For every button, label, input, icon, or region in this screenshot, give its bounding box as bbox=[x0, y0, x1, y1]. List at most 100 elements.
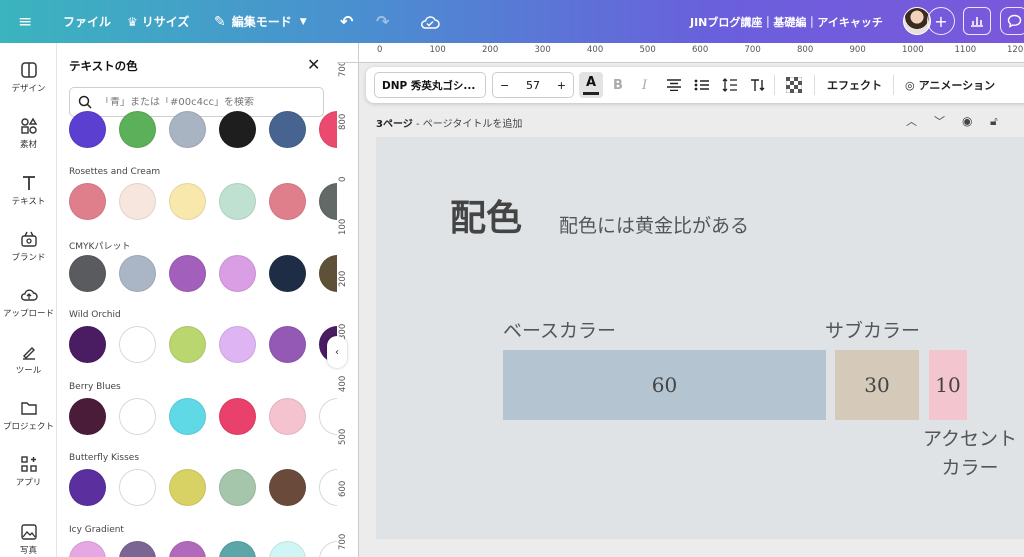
color-swatch[interactable] bbox=[319, 111, 337, 148]
color-search-input[interactable] bbox=[100, 96, 320, 108]
color-swatch[interactable] bbox=[219, 397, 256, 435]
color-swatch[interactable] bbox=[319, 254, 337, 292]
font-family-select[interactable]: DNP 秀英丸ゴシ... bbox=[374, 72, 486, 98]
color-swatch[interactable] bbox=[169, 326, 206, 363]
color-swatch[interactable] bbox=[69, 111, 106, 148]
spacing-icon[interactable] bbox=[722, 67, 738, 103]
color-swatch[interactable] bbox=[319, 540, 337, 557]
color-swatch[interactable] bbox=[269, 469, 306, 506]
rail-item-design[interactable]: デザイン bbox=[0, 61, 57, 94]
animation-button[interactable]: ◎ アニメーション bbox=[905, 67, 995, 103]
color-swatch[interactable] bbox=[219, 183, 256, 220]
text-color-button[interactable]: A bbox=[579, 72, 603, 98]
italic-icon[interactable]: I bbox=[642, 67, 647, 103]
color-swatch[interactable] bbox=[269, 254, 306, 292]
ruler-tick-label: 300 bbox=[534, 45, 551, 55]
color-swatch[interactable] bbox=[269, 183, 306, 220]
rail-item-brand[interactable]: ブランド bbox=[0, 230, 57, 263]
color-swatch[interactable] bbox=[119, 111, 156, 148]
color-swatch[interactable] bbox=[219, 111, 256, 148]
ruler-corner bbox=[337, 43, 359, 63]
color-swatch[interactable] bbox=[119, 326, 156, 363]
font-size-value[interactable]: 57 bbox=[526, 79, 540, 92]
rail-item-elements[interactable]: 素材 bbox=[0, 117, 57, 150]
color-swatch[interactable] bbox=[119, 183, 156, 220]
vertical-text-icon[interactable] bbox=[750, 67, 767, 103]
close-icon[interactable]: ✕ bbox=[307, 55, 320, 74]
color-swatch[interactable] bbox=[319, 183, 337, 220]
color-swatch[interactable] bbox=[69, 254, 106, 292]
document-title[interactable]: JINブログ講座｜基礎編｜アイキャッチ bbox=[690, 0, 883, 43]
color-swatch[interactable] bbox=[219, 326, 256, 363]
decrease-size-icon[interactable]: − bbox=[500, 79, 509, 92]
slide-subtitle[interactable]: 配色には黄金比がある bbox=[559, 211, 749, 238]
color-swatch[interactable] bbox=[269, 111, 306, 148]
color-swatch[interactable] bbox=[219, 254, 256, 292]
color-swatch[interactable] bbox=[69, 183, 106, 220]
ruler-tick-label: 1100 bbox=[954, 45, 977, 55]
rail-item-projects[interactable]: プロジェクト bbox=[0, 399, 57, 432]
rail-item-photos[interactable]: 写真 bbox=[0, 523, 57, 557]
add-collaborator-icon[interactable]: + bbox=[927, 7, 955, 35]
accent-color-label[interactable]: アクセント カラー bbox=[923, 425, 1017, 483]
redo-icon[interactable]: ↷ bbox=[376, 0, 389, 43]
increase-size-icon[interactable]: + bbox=[557, 79, 566, 92]
bold-icon[interactable]: B bbox=[613, 67, 623, 103]
sub-color-bar[interactable]: 30 bbox=[835, 350, 919, 420]
page-info[interactable]: 3ページ - ページタイトルを追加 bbox=[376, 115, 522, 130]
color-swatch[interactable] bbox=[119, 397, 156, 435]
color-swatch[interactable] bbox=[169, 540, 206, 557]
color-swatch[interactable] bbox=[319, 397, 337, 435]
undo-icon[interactable]: ↶ bbox=[340, 0, 353, 43]
elements-icon bbox=[20, 117, 37, 134]
slide-page[interactable]: 配色 配色には黄金比がある ベースカラー サブカラー 60 30 10 アクセン… bbox=[376, 137, 1024, 539]
base-color-bar[interactable]: 60 bbox=[503, 350, 826, 420]
color-swatch[interactable] bbox=[69, 397, 106, 435]
rail-item-text[interactable]: テキスト bbox=[0, 174, 57, 207]
edit-mode-button[interactable]: ✎ 編集モード ▼ bbox=[214, 0, 307, 43]
slide-title[interactable]: 配色 bbox=[450, 189, 522, 241]
base-color-label[interactable]: ベースカラー bbox=[503, 316, 616, 343]
color-swatch[interactable] bbox=[169, 397, 206, 435]
file-menu[interactable]: ファイル bbox=[63, 0, 111, 43]
color-swatch[interactable] bbox=[119, 469, 156, 506]
color-swatch[interactable] bbox=[219, 469, 256, 506]
color-swatch[interactable] bbox=[119, 254, 156, 292]
transparency-icon[interactable] bbox=[786, 67, 802, 103]
sub-color-label[interactable]: サブカラー bbox=[825, 316, 920, 343]
align-center-icon[interactable] bbox=[666, 67, 682, 103]
color-swatch[interactable] bbox=[69, 326, 106, 363]
cloud-save-icon[interactable] bbox=[420, 0, 440, 43]
color-swatch[interactable] bbox=[269, 397, 306, 435]
accent-color-bar[interactable]: 10 bbox=[929, 350, 967, 420]
color-swatch[interactable] bbox=[219, 540, 256, 557]
font-size-stepper[interactable]: − 57 + bbox=[492, 72, 574, 98]
rail-item-upload[interactable]: アップロード bbox=[0, 286, 57, 319]
page-up-icon[interactable]: ︿ bbox=[906, 108, 917, 134]
color-swatch[interactable] bbox=[169, 183, 206, 220]
color-swatch[interactable] bbox=[169, 111, 206, 148]
color-swatch[interactable] bbox=[269, 326, 306, 363]
color-swatch[interactable] bbox=[69, 540, 106, 557]
menu-icon[interactable]: ≡ bbox=[18, 0, 32, 43]
rail-item-tools[interactable]: ツール bbox=[0, 343, 57, 376]
color-swatch[interactable] bbox=[69, 469, 106, 506]
comment-icon[interactable] bbox=[1000, 7, 1024, 35]
color-swatch[interactable] bbox=[169, 254, 206, 292]
bullet-list-icon[interactable] bbox=[694, 67, 710, 103]
color-swatch[interactable] bbox=[119, 540, 156, 557]
resize-button[interactable]: ♛ リサイズ bbox=[127, 0, 189, 43]
collapse-panel-button[interactable]: ‹ bbox=[327, 336, 347, 368]
insights-icon[interactable] bbox=[963, 7, 991, 35]
ruler-tick-label: 1000 bbox=[902, 45, 924, 55]
color-swatch[interactable] bbox=[269, 540, 306, 557]
color-swatch[interactable] bbox=[319, 469, 337, 506]
hide-eye-icon[interactable]: ◉ bbox=[962, 108, 972, 134]
rail-item-apps[interactable]: アプリ bbox=[0, 455, 57, 488]
lock-icon[interactable]: 🔓︎ bbox=[990, 108, 998, 134]
ruler-tick-label: 700 bbox=[338, 533, 348, 550]
effects-button[interactable]: エフェクト bbox=[827, 67, 882, 103]
page-down-icon[interactable]: ﹀ bbox=[934, 108, 945, 134]
color-swatch[interactable] bbox=[169, 469, 206, 506]
horizontal-ruler: 0 100 200 300 400 500 600 700 800 900 1000 1100 120 bbox=[359, 43, 1024, 63]
